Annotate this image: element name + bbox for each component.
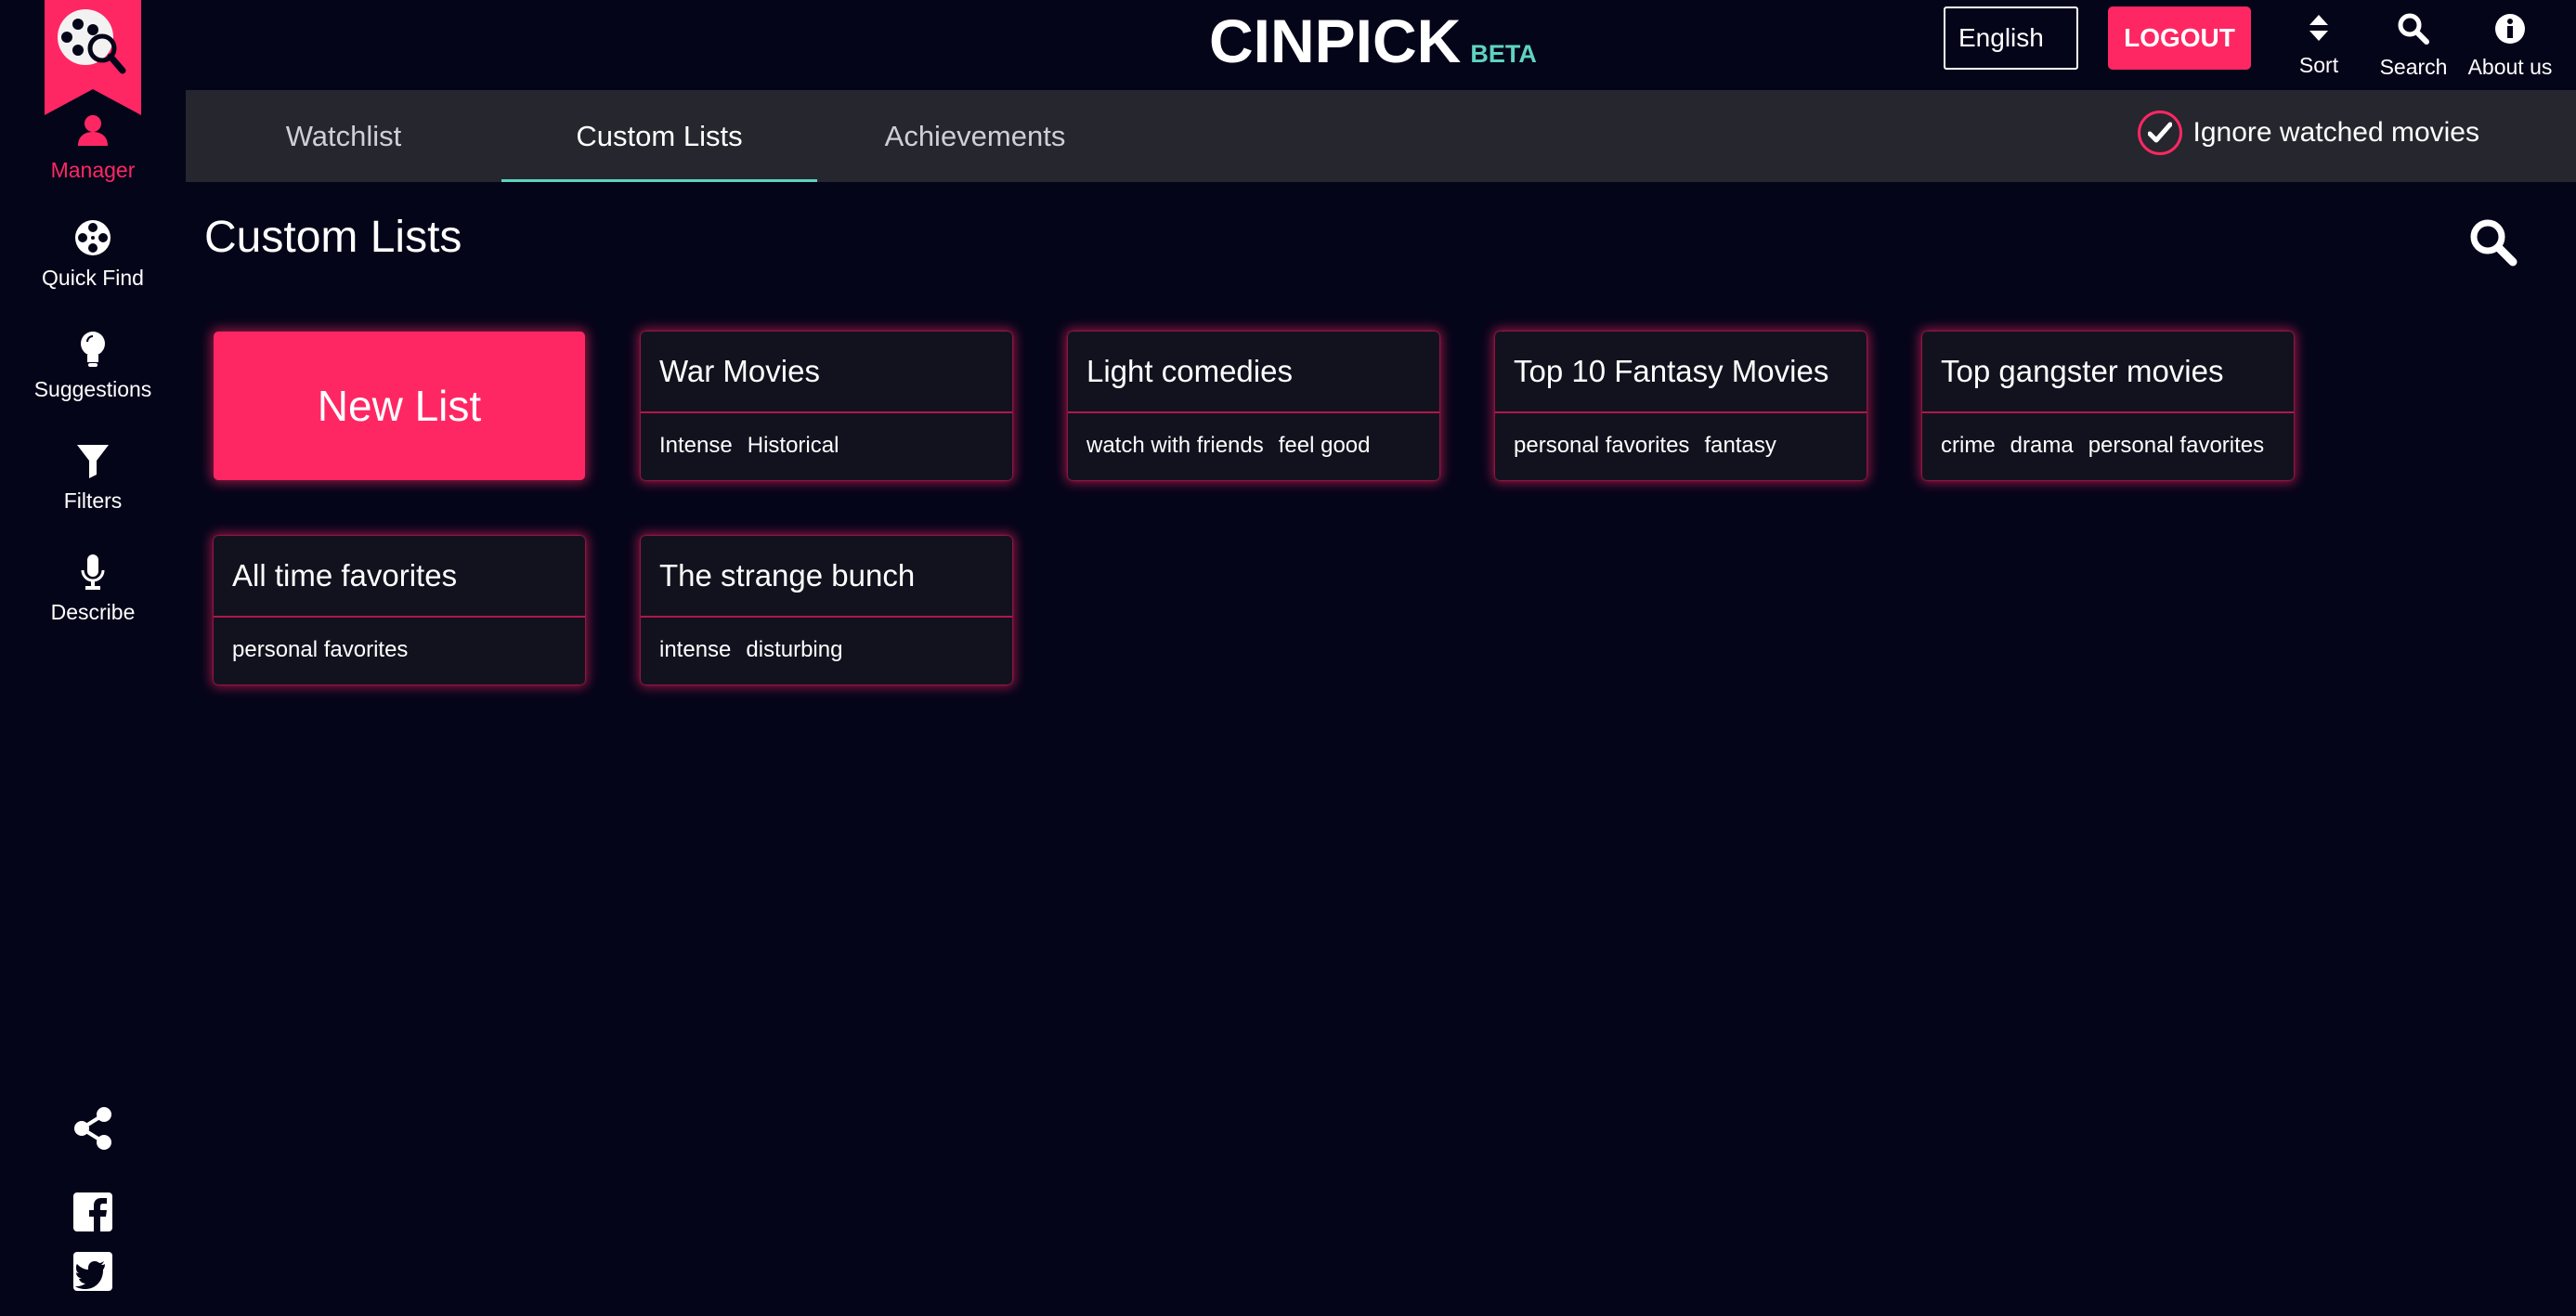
sort-label: Sort	[2298, 53, 2339, 77]
sort-icon	[2308, 13, 2330, 47]
list-card[interactable]: Light comedies watch with friends feel g…	[1068, 332, 1439, 480]
microphone-icon	[72, 552, 113, 593]
list-tags: intense disturbing	[641, 618, 1012, 683]
sidebar-item-label: Quick Find	[42, 266, 144, 290]
list-tags: personal favorites	[214, 618, 585, 683]
tab-custom-lists[interactable]: Custom Lists	[501, 90, 817, 182]
list-card[interactable]: Top 10 Fantasy Movies personal favorites…	[1495, 332, 1867, 480]
list-tag: watch with friends	[1086, 433, 1264, 458]
list-title: Top 10 Fantasy Movies	[1495, 332, 1867, 413]
about-us-button[interactable]: About us	[2465, 13, 2556, 80]
list-title: Top gangster movies	[1922, 332, 2294, 413]
list-tags: watch with friends feel good	[1068, 413, 1439, 478]
list-card[interactable]: Top gangster movies crime drama personal…	[1922, 332, 2294, 480]
tab-bar: Watchlist Custom Lists Achievements Igno…	[186, 90, 2576, 182]
list-tag: fantasy	[1704, 433, 1776, 458]
cinpick-logo[interactable]	[45, 0, 141, 115]
list-title: War Movies	[641, 332, 1012, 413]
list-tag: drama	[2010, 433, 2074, 458]
lists-search-button[interactable]	[2468, 217, 2518, 267]
list-tag: personal favorites	[1514, 433, 1690, 458]
sidebar-item-suggestions[interactable]: Suggestions	[0, 329, 186, 402]
ignore-watched-label: Ignore watched movies	[2192, 117, 2480, 148]
list-tags: Intense Historical	[641, 413, 1012, 478]
filter-funnel-icon	[72, 440, 113, 481]
twitter-icon[interactable]	[70, 1248, 116, 1295]
list-tag: Historical	[747, 433, 839, 458]
language-select[interactable]: English	[1944, 7, 2078, 70]
list-tag: Intense	[659, 433, 733, 458]
list-title: The strange bunch	[641, 536, 1012, 618]
user-icon	[72, 110, 113, 150]
sidebar-item-label: Filters	[63, 489, 123, 513]
brand[interactable]: CINPICK BETA	[1209, 6, 1537, 76]
facebook-icon[interactable]	[70, 1189, 116, 1235]
sidebar-item-manager[interactable]: Manager	[0, 110, 186, 183]
list-title: Light comedies	[1068, 332, 1439, 413]
sidebar-item-filters[interactable]: Filters	[0, 440, 186, 514]
list-tag: crime	[1941, 433, 1996, 458]
beta-badge: BETA	[1470, 40, 1537, 68]
brand-name: CINPICK	[1209, 7, 1462, 75]
list-tag: personal favorites	[2088, 433, 2265, 458]
list-tag: disturbing	[746, 637, 843, 662]
search-icon	[2398, 13, 2429, 49]
list-tag: feel good	[1278, 433, 1371, 458]
sidebar-item-describe[interactable]: Describe	[0, 552, 186, 625]
list-card[interactable]: War Movies Intense Historical	[641, 332, 1012, 480]
page-title: Custom Lists	[204, 213, 462, 262]
sidebar-item-label: Describe	[50, 600, 136, 624]
tab-achievements[interactable]: Achievements	[817, 90, 1133, 182]
sidebar-item-label: Manager	[50, 158, 136, 182]
list-tag: personal favorites	[232, 637, 409, 662]
logout-button[interactable]: LOGOUT	[2108, 7, 2251, 70]
list-card[interactable]: All time favorites personal favorites	[214, 536, 585, 684]
search-icon	[2470, 219, 2517, 267]
sidebar-item-quick-find[interactable]: Quick Find	[0, 217, 186, 291]
film-reel-icon	[72, 217, 113, 258]
list-tags: personal favorites fantasy	[1495, 413, 1867, 478]
sidebar: Manager Quick Find Suggestions Filters D…	[0, 0, 186, 1316]
sort-button[interactable]: Sort	[2297, 13, 2340, 78]
ignore-watched-toggle[interactable]: Ignore watched movies	[2137, 111, 2480, 155]
list-tags: crime drama personal favorites	[1922, 413, 2294, 478]
search-label: Search	[2379, 55, 2448, 79]
new-list-button[interactable]: New List	[214, 332, 585, 480]
list-title: All time favorites	[214, 536, 585, 618]
info-icon	[2494, 13, 2526, 49]
list-card[interactable]: The strange bunch intense disturbing	[641, 536, 1012, 684]
tab-watchlist[interactable]: Watchlist	[186, 90, 501, 182]
sidebar-item-label: Suggestions	[33, 377, 152, 401]
search-button[interactable]: Search	[2375, 13, 2452, 80]
share-icon[interactable]	[70, 1105, 116, 1152]
about-us-label: About us	[2467, 55, 2553, 79]
list-tag: intense	[659, 637, 732, 662]
lightbulb-icon	[72, 329, 113, 370]
checkmark-icon	[2137, 111, 2182, 155]
